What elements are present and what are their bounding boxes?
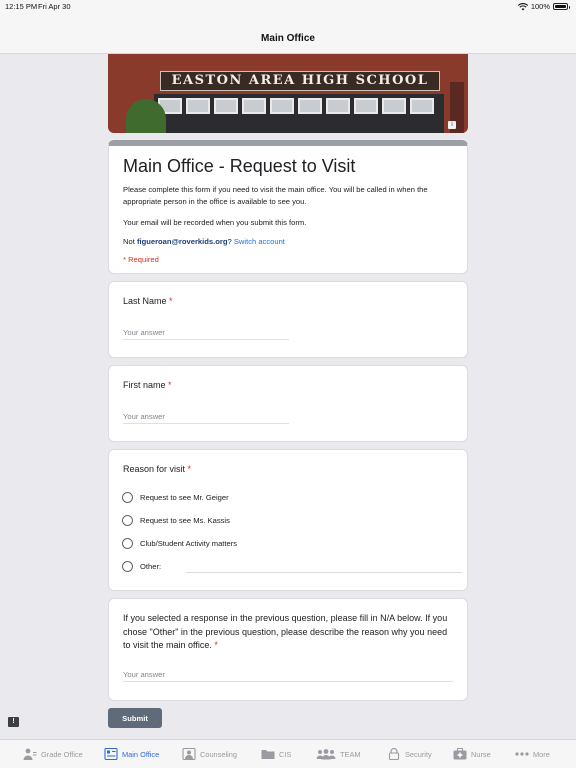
radio-option-club[interactable]: Club/Student Activity matters: [122, 536, 237, 550]
tab-label: TEAM: [340, 749, 361, 759]
radio-button[interactable]: [122, 491, 133, 503]
building-icon: [104, 748, 118, 760]
option-label: Request to see Mr. Geiger: [140, 492, 229, 502]
tab-grade-office[interactable]: Grade Office: [23, 747, 83, 761]
option-label: Request to see Ms. Kassis: [140, 515, 230, 525]
tab-label: Counseling: [200, 749, 237, 759]
first-name-label: First name *: [123, 380, 172, 390]
last-name-input[interactable]: [123, 326, 289, 340]
counseling-icon: [182, 748, 196, 760]
account-suffix: ?: [227, 237, 232, 246]
last-name-label: Last Name *: [123, 296, 173, 306]
option-label: Club/Student Activity matters: [140, 538, 238, 548]
status-bar: 12:15 PM Fri Apr 30 100%: [0, 0, 576, 14]
form-header-card: Main Office - Request to Visit Please co…: [108, 140, 468, 274]
window-pane: [214, 98, 238, 114]
tab-bar: Grade Office Main Office Counseling CIS …: [0, 739, 576, 768]
radio-button[interactable]: [122, 514, 133, 526]
tab-team[interactable]: TEAM: [316, 747, 361, 761]
window-pane: [242, 98, 266, 114]
wifi-icon: [517, 2, 528, 10]
window-pane: [298, 98, 322, 114]
submit-button[interactable]: Submit: [108, 708, 162, 728]
header-image: EASTON AREA HIGH SCHOOL i: [108, 54, 468, 133]
tree-shape: [126, 99, 166, 133]
account-line: Not figueroan@roverkids.org? Switch acco…: [123, 237, 285, 246]
window-pane: [270, 98, 294, 114]
question-text: Last Name: [123, 296, 167, 306]
first-name-input[interactable]: [123, 410, 289, 424]
radio-button[interactable]: [122, 560, 133, 572]
tab-label: Nurse: [471, 749, 491, 759]
tab-label: CIS: [279, 749, 292, 759]
more-icon: [515, 752, 529, 756]
required-asterisk: *: [168, 380, 172, 390]
radio-option-other[interactable]: Other:: [122, 559, 462, 573]
tab-more[interactable]: More: [515, 747, 550, 761]
window-pane: [326, 98, 350, 114]
window-pane: [186, 98, 210, 114]
status-date: Fri Apr 30: [38, 2, 71, 11]
status-time: 12:15 PM: [5, 2, 38, 11]
last-name-card: Last Name *: [108, 281, 468, 358]
reason-card: Reason for visit * Request to see Mr. Ge…: [108, 449, 468, 591]
explanation-label: If you selected a response in the previo…: [123, 612, 457, 653]
tab-counseling[interactable]: Counseling: [182, 747, 237, 761]
required-note: * Required: [123, 255, 159, 264]
person-icon: [23, 748, 37, 760]
required-asterisk: *: [214, 640, 218, 650]
status-indicators: 100%: [517, 2, 570, 11]
tab-label: Security: [405, 749, 432, 759]
explanation-card: If you selected a response in the previo…: [108, 598, 468, 701]
question-text: If you selected a response in the previo…: [123, 613, 448, 650]
window-pane: [410, 98, 434, 114]
explanation-input[interactable]: [123, 668, 453, 682]
page-title: Main Office: [261, 33, 315, 44]
battery-icon: [553, 3, 570, 10]
question-text: First name: [123, 380, 166, 390]
form-title: Main Office - Request to Visit: [123, 156, 356, 176]
web-content[interactable]: EASTON AREA HIGH SCHOOL i Main Office - …: [0, 54, 576, 739]
question-text: Reason for visit: [123, 464, 186, 474]
required-asterisk: *: [187, 464, 192, 474]
email-note: Your email will be recorded when you sub…: [123, 218, 307, 227]
image-info-icon: i: [448, 121, 456, 129]
radio-button[interactable]: [122, 537, 133, 549]
reason-label: Reason for visit *: [123, 464, 191, 474]
battery-percent: 100%: [530, 2, 550, 11]
tab-cis[interactable]: CIS: [261, 747, 291, 761]
switch-account-link[interactable]: Switch account: [234, 237, 285, 246]
school-sign: EASTON AREA HIGH SCHOOL: [160, 71, 440, 91]
form-description: Please complete this form if you need to…: [123, 185, 428, 206]
medical-kit-icon: [453, 748, 467, 760]
tab-label: Grade Office: [41, 749, 83, 759]
school-windows: [154, 94, 444, 133]
tab-security[interactable]: Security: [387, 747, 432, 761]
navigation-bar: Main Office: [0, 14, 576, 54]
feedback-icon[interactable]: !: [8, 717, 19, 727]
other-text-field[interactable]: [186, 572, 462, 573]
folder-icon: [261, 750, 275, 759]
required-asterisk: *: [169, 296, 173, 306]
group-icon: [316, 749, 336, 760]
window-pane: [382, 98, 406, 114]
first-name-card: First name *: [108, 365, 468, 442]
tab-nurse[interactable]: Nurse: [453, 747, 491, 761]
radio-option-kassis[interactable]: Request to see Ms. Kassis: [122, 513, 230, 527]
battery-level-fill: [555, 5, 566, 8]
tab-main-office[interactable]: Main Office: [104, 747, 159, 761]
account-prefix: Not: [123, 237, 137, 246]
option-label: Other:: [140, 561, 162, 571]
window-pane: [354, 98, 378, 114]
tab-label: More: [533, 749, 550, 759]
radio-option-geiger[interactable]: Request to see Mr. Geiger: [122, 490, 229, 504]
lock-icon: [388, 748, 400, 760]
account-email: figueroan@roverkids.org: [136, 237, 228, 246]
tab-label: Main Office: [122, 749, 160, 759]
